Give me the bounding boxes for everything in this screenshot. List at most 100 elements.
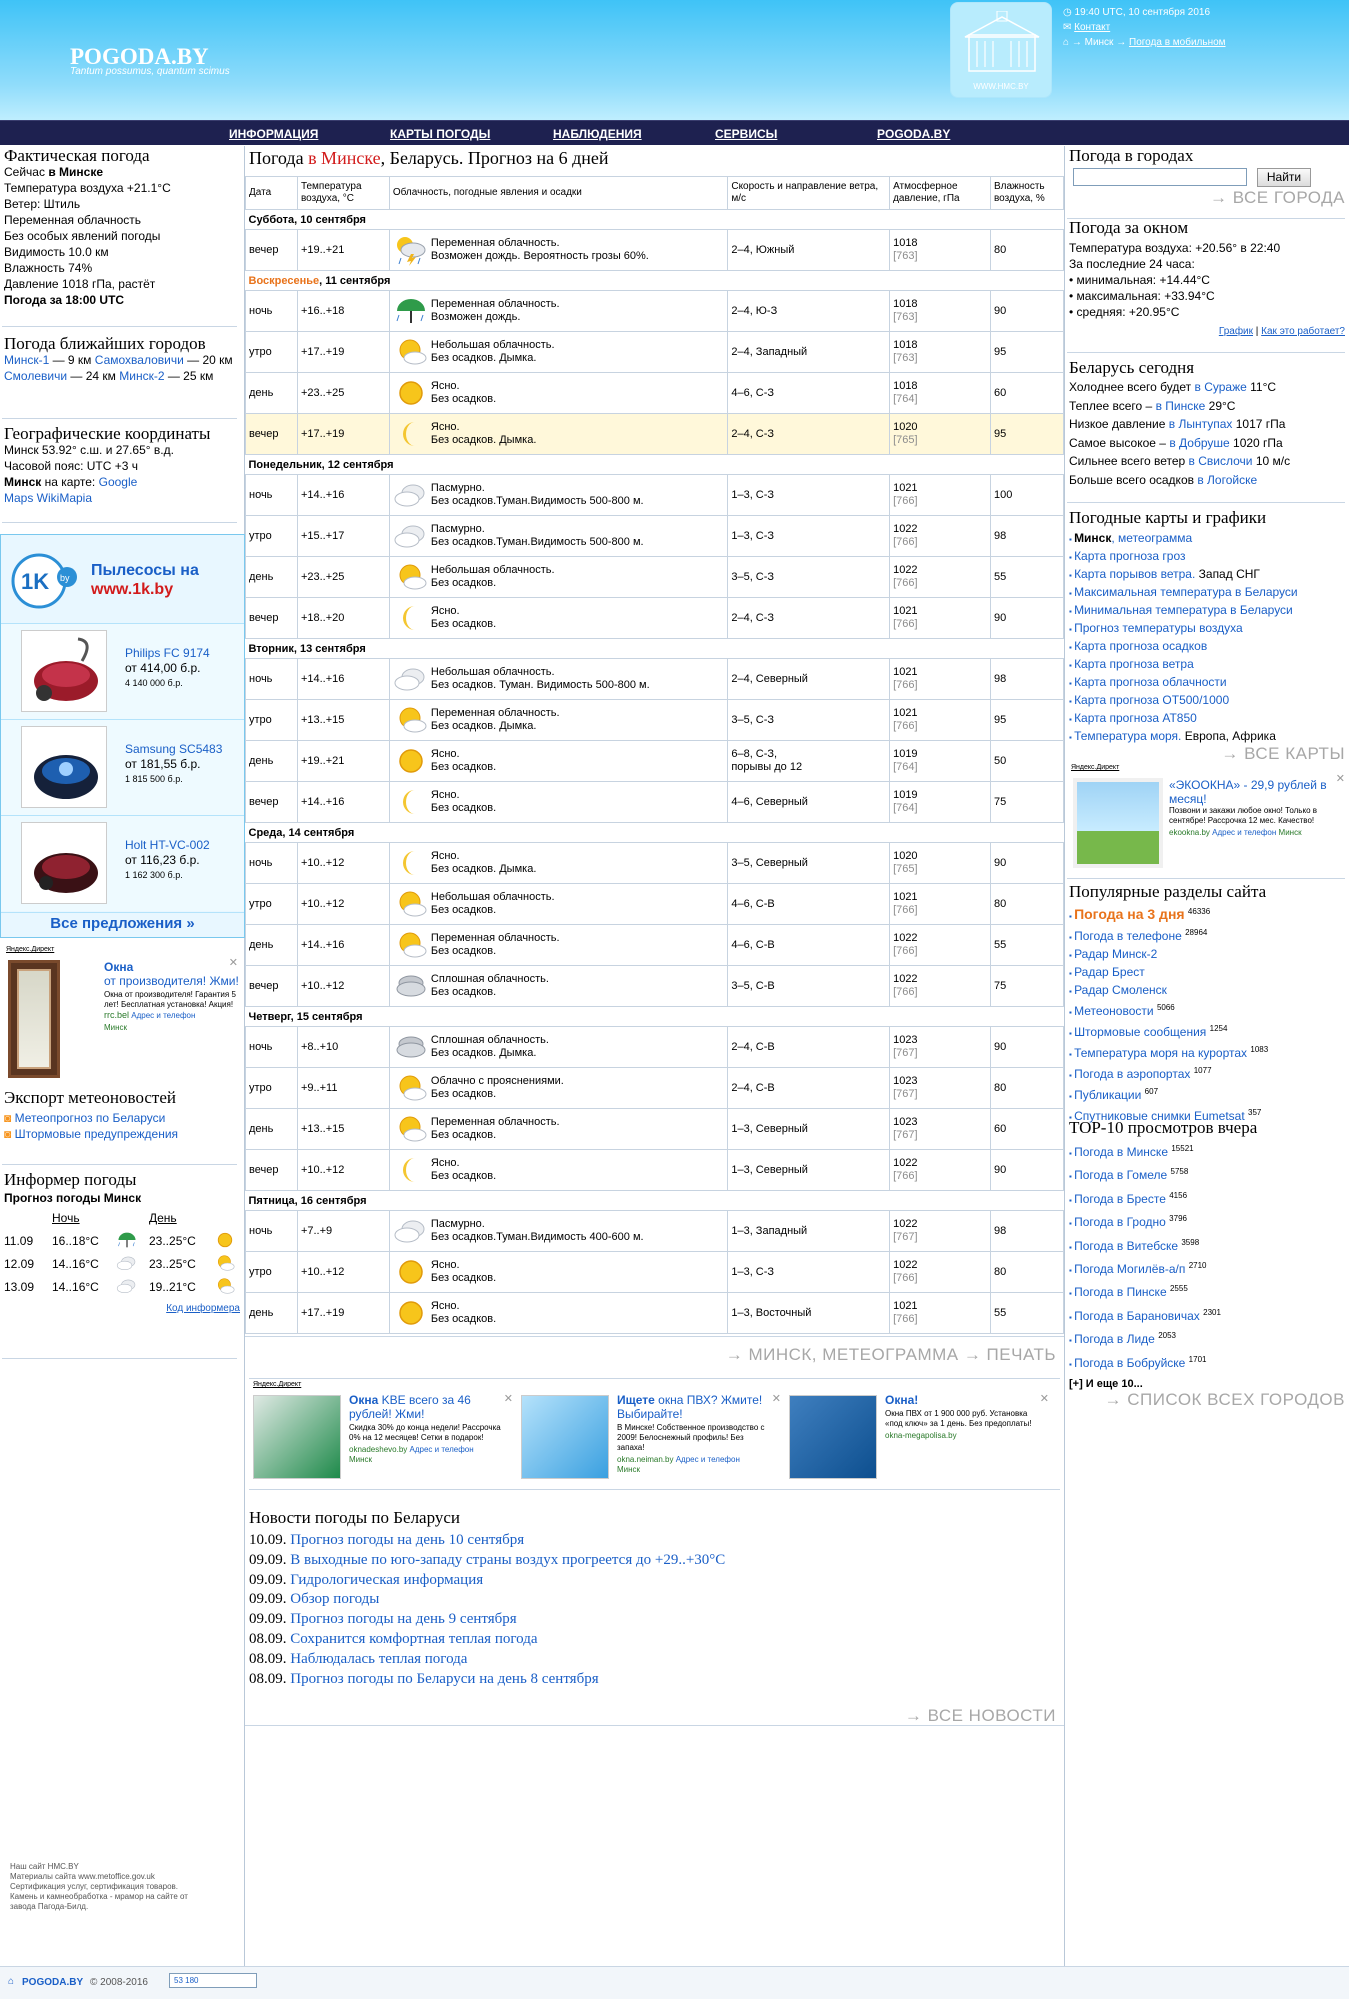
nearby-city[interactable]: Минск-2 <box>119 369 164 383</box>
popular-link[interactable]: Метеоновости <box>1074 1004 1154 1018</box>
all-maps-link[interactable]: → ВСЕ КАРТЫ <box>1069 745 1345 762</box>
top-link[interactable]: Погода в Барановичах <box>1074 1309 1200 1323</box>
map-link[interactable]: Минимальная температура в Беларуси <box>1074 603 1293 617</box>
ad-card[interactable]: ✕ Ищете окна ПВХ? Жмите! Выбирайте! В Минс… <box>521 1393 783 1487</box>
nearby-city[interactable]: Минск-1 <box>4 353 49 367</box>
ad-card[interactable]: ✕ Окна KBE всего за 46 рублей! Жми! Скидка… <box>253 1393 515 1487</box>
map-link[interactable]: Максимальная температура в Беларуси <box>1074 585 1298 599</box>
today-city[interactable]: в Логойске <box>1197 473 1257 487</box>
top-link[interactable]: Погода в Бресте <box>1074 1192 1166 1206</box>
ads-label[interactable]: Яндекс.Директ <box>253 1381 301 1388</box>
product-card[interactable]: Samsung SC5483 от 181,55 б.р. 1 815 500 б.… <box>1 719 244 815</box>
today-city[interactable]: в Свислочи <box>1189 454 1253 468</box>
map-link[interactable]: Прогноз температуры воздуха <box>1074 621 1243 635</box>
popular-link[interactable]: Температура моря на курортах <box>1074 1046 1247 1060</box>
top-item[interactable]: Погода в Лиде 2053 <box>1069 1327 1345 1350</box>
popular-link[interactable]: Радар Минск-2 <box>1074 947 1157 961</box>
window-ad-image[interactable] <box>521 1395 609 1479</box>
top-item[interactable]: Погода в Бобруйске 1701 <box>1069 1351 1345 1374</box>
mobile-weather-link[interactable]: Погода в мобильном <box>1129 37 1226 48</box>
news-link[interactable]: Прогноз погоды на день 9 сентября <box>290 1611 516 1627</box>
ad-site[interactable]: okna-megapolisa.by <box>885 1431 957 1440</box>
today-city[interactable]: в Лынтупах <box>1169 417 1233 431</box>
ad-ekookna-site[interactable]: ekookna.by <box>1169 828 1210 837</box>
popular-link[interactable]: Радар Смоленск <box>1074 983 1167 997</box>
city-search-input[interactable] <box>1073 168 1247 186</box>
ad-ekookna-addr[interactable]: Адрес и телефон <box>1212 828 1276 837</box>
footer-home-icon[interactable]: ⌂ <box>8 1976 14 1987</box>
vacuum-image[interactable] <box>21 630 107 712</box>
ad-site[interactable]: oknadeshevo.by <box>349 1445 407 1454</box>
window-ad-image[interactable] <box>789 1395 877 1479</box>
1k-title[interactable]: Пылесосы на www.1k.by <box>91 561 199 599</box>
ad-1k[interactable]: 1K by Пылесосы на www.1k.by Philips FC 91… <box>0 534 245 938</box>
popular-item[interactable]: Публикации 607 <box>1069 1084 1345 1105</box>
map-item[interactable]: Карта прогноза ОТ500/1000 <box>1069 692 1345 710</box>
top-item[interactable]: Погода в Минске 15521 <box>1069 1140 1345 1163</box>
map-item[interactable]: Минимальная температура в Беларуси <box>1069 602 1345 620</box>
news-link[interactable]: В выходные по юго-западу страны воздух п… <box>290 1552 725 1568</box>
all-offers-link[interactable]: Все предложения » <box>1 912 244 932</box>
window-image[interactable] <box>1073 778 1163 868</box>
close-icon[interactable]: ✕ <box>772 1393 781 1405</box>
map-item[interactable]: Минск, метеограмма <box>1069 530 1345 548</box>
google-link[interactable]: Google <box>99 475 138 489</box>
top-item[interactable]: Погода в Барановичах 2301 <box>1069 1304 1345 1327</box>
popular-item[interactable]: Погода на 3 дня 46336 <box>1069 904 1345 925</box>
ad-windows-title[interactable]: Окна <box>104 960 242 974</box>
ad-card[interactable]: ✕ Окна! Окна ПВХ от 1 900 000 руб. Устано… <box>789 1393 1051 1487</box>
top-link[interactable]: Погода в Гомеле <box>1074 1168 1167 1182</box>
top-item[interactable]: Погода Могилёв-а/п 2710 <box>1069 1257 1345 1280</box>
map-item[interactable]: Карта порывов ветра. Запад СНГ <box>1069 566 1345 584</box>
top-item[interactable]: Погода в Пинске 2555 <box>1069 1280 1345 1303</box>
footer-brand[interactable]: POGODA.BY <box>22 1977 83 1988</box>
popular-link[interactable]: Радар Брест <box>1074 965 1145 979</box>
ad-ekookna-label[interactable]: Яндекс.Директ <box>1071 764 1345 771</box>
map-item[interactable]: Максимальная температура в Беларуси <box>1069 584 1345 602</box>
popular-item[interactable]: Погода в телефоне 28964 <box>1069 925 1345 946</box>
product-name[interactable]: Holt HT-VC-002 <box>125 838 210 853</box>
today-city[interactable]: в Пинске <box>1156 399 1206 413</box>
popular-link[interactable]: Штормовые сообщения <box>1074 1025 1206 1039</box>
map-item[interactable]: Карта прогноза ветра <box>1069 656 1345 674</box>
counter-badge[interactable]: 53 180 <box>169 1973 257 1988</box>
ad-windows-site[interactable]: rrc.bel <box>104 1010 129 1020</box>
map-link[interactable]: Карта прогноза осадков <box>1074 639 1207 653</box>
popular-link[interactable]: Публикации <box>1074 1088 1141 1102</box>
hmc-logo[interactable]: WWW.HMC.BY <box>950 2 1052 98</box>
top-item[interactable]: Погода в Гомеле 5758 <box>1069 1163 1345 1186</box>
top-item[interactable]: Погода в Гродно 3796 <box>1069 1210 1345 1233</box>
ad-windows-addr[interactable]: Адрес и телефон <box>131 1011 195 1020</box>
news-link[interactable]: Сохранится комфортная теплая погода <box>290 1631 537 1647</box>
map-item[interactable]: Карта прогноза осадков <box>1069 638 1345 656</box>
ad-title[interactable]: Окна! <box>885 1393 1041 1407</box>
map-link[interactable]: Карта прогноза АТ850 <box>1074 711 1197 725</box>
product-card[interactable]: Philips FC 9174 от 414,00 б.р. 4 140 000 б… <box>1 623 244 719</box>
how-it-works-link[interactable]: Как это работает? <box>1261 326 1345 337</box>
today-city[interactable]: в Добруше <box>1169 436 1229 450</box>
news-link[interactable]: Наблюдалась теплая погода <box>290 1651 467 1667</box>
nav-pogoda[interactable]: POGODA.BY <box>877 127 950 141</box>
map-link[interactable]: Карта порывов ветра. <box>1074 567 1195 581</box>
left-footer-line[interactable]: Наш сайт HMC.BY <box>10 1862 235 1872</box>
nearby-city[interactable]: Смолевичи <box>4 369 67 383</box>
all-cities-list-link[interactable]: → СПИСОК ВСЕХ ГОРОДОВ <box>1069 1391 1345 1408</box>
nav-maps[interactable]: КАРТЫ ПОГОДЫ <box>390 127 490 141</box>
top-link[interactable]: Погода в Лиде <box>1074 1332 1155 1346</box>
nav-observations[interactable]: НАБЛЮДЕНИЯ <box>553 127 642 141</box>
yandex-direct-label[interactable]: Яндекс.Директ <box>6 946 242 953</box>
popular-item[interactable]: Радар Минск-2 <box>1069 946 1345 964</box>
popular-item[interactable]: Радар Брест <box>1069 964 1345 982</box>
popular-item[interactable]: Температура моря на курортах 1083 <box>1069 1042 1345 1063</box>
map-link[interactable]: , метеограмма <box>1111 531 1192 545</box>
export-item[interactable]: Штормовые предупреждения <box>15 1127 178 1141</box>
top-item[interactable]: Погода в Бресте 4156 <box>1069 1187 1345 1210</box>
news-link[interactable]: Прогноз погоды на день 10 сентября <box>290 1532 524 1548</box>
top-link[interactable]: Погода в Витебске <box>1074 1239 1178 1253</box>
meteogram-print-links[interactable]: → МИНСК, МЕТЕОГРАММА → ПЕЧАТЬ <box>726 1345 1056 1365</box>
news-link[interactable]: Обзор погоды <box>290 1591 379 1607</box>
graph-link[interactable]: График <box>1219 326 1253 337</box>
top-link[interactable]: Погода в Гродно <box>1074 1215 1166 1229</box>
1k-logo[interactable]: 1K by <box>9 551 81 611</box>
popular-link[interactable]: Погода на 3 дня <box>1074 906 1185 922</box>
